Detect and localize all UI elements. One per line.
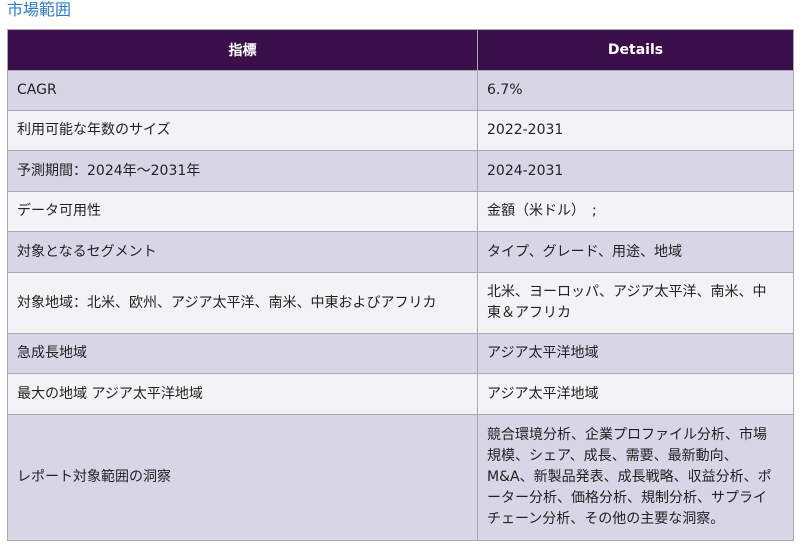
- row-metric: CAGR: [7, 70, 478, 111]
- row-metric: データ可用性: [7, 191, 478, 232]
- row-details: アジア太平洋地域: [477, 333, 794, 374]
- table-row: 対象地域：北米、欧州、アジア太平洋、南米、中東およびアフリカ 北米、ヨーロッパ、…: [7, 272, 794, 334]
- row-details: 金額（米ドル） ;: [477, 191, 794, 232]
- table-row: レポート対象範囲の洞察 競合環境分析、企業プロファイル分析、市場規模、シェア、成…: [7, 414, 794, 541]
- row-metric: 利用可能な年数のサイズ: [7, 110, 478, 151]
- row-details: アジア太平洋地域: [477, 373, 794, 415]
- table-header-row: 指標 Details: [7, 29, 794, 71]
- row-metric: レポート対象範囲の洞察: [7, 414, 478, 541]
- header-metric: 指標: [7, 29, 478, 71]
- table-row: データ可用性 金額（米ドル） ;: [7, 191, 794, 232]
- table-row: 急成長地域 アジア太平洋地域: [7, 333, 794, 374]
- row-metric: 対象となるセグメント: [7, 231, 478, 273]
- table-row: 最大の地域 アジア太平洋地域 アジア太平洋地域: [7, 373, 794, 415]
- row-metric: 対象地域：北米、欧州、アジア太平洋、南米、中東およびアフリカ: [7, 272, 478, 334]
- row-details: 6.7%: [477, 70, 794, 111]
- row-metric: 急成長地域: [7, 333, 478, 374]
- table-row: 利用可能な年数のサイズ 2022-2031: [7, 110, 794, 151]
- row-details: 2024-2031: [477, 150, 794, 192]
- header-details: Details: [477, 29, 794, 71]
- section-title: 市場範囲: [7, 0, 72, 19]
- table-row: 予測期間：2024年～2031年 2024-2031: [7, 150, 794, 192]
- row-details: 競合環境分析、企業プロファイル分析、市場規模、シェア、成長、需要、最新動向、M&…: [477, 414, 794, 541]
- table-row: 対象となるセグメント タイプ、グレード、用途、地域: [7, 231, 794, 273]
- market-scope-table: 指標 Details CAGR 6.7% 利用可能な年数のサイズ 2022-20…: [7, 29, 794, 541]
- row-metric: 最大の地域 アジア太平洋地域: [7, 373, 478, 415]
- row-details: 北米、ヨーロッパ、アジア太平洋、南米、中東＆アフリカ: [477, 272, 794, 334]
- table-row: CAGR 6.7%: [7, 70, 794, 111]
- row-metric: 予測期間：2024年～2031年: [7, 150, 478, 192]
- row-details: タイプ、グレード、用途、地域: [477, 231, 794, 273]
- row-details: 2022-2031: [477, 110, 794, 151]
